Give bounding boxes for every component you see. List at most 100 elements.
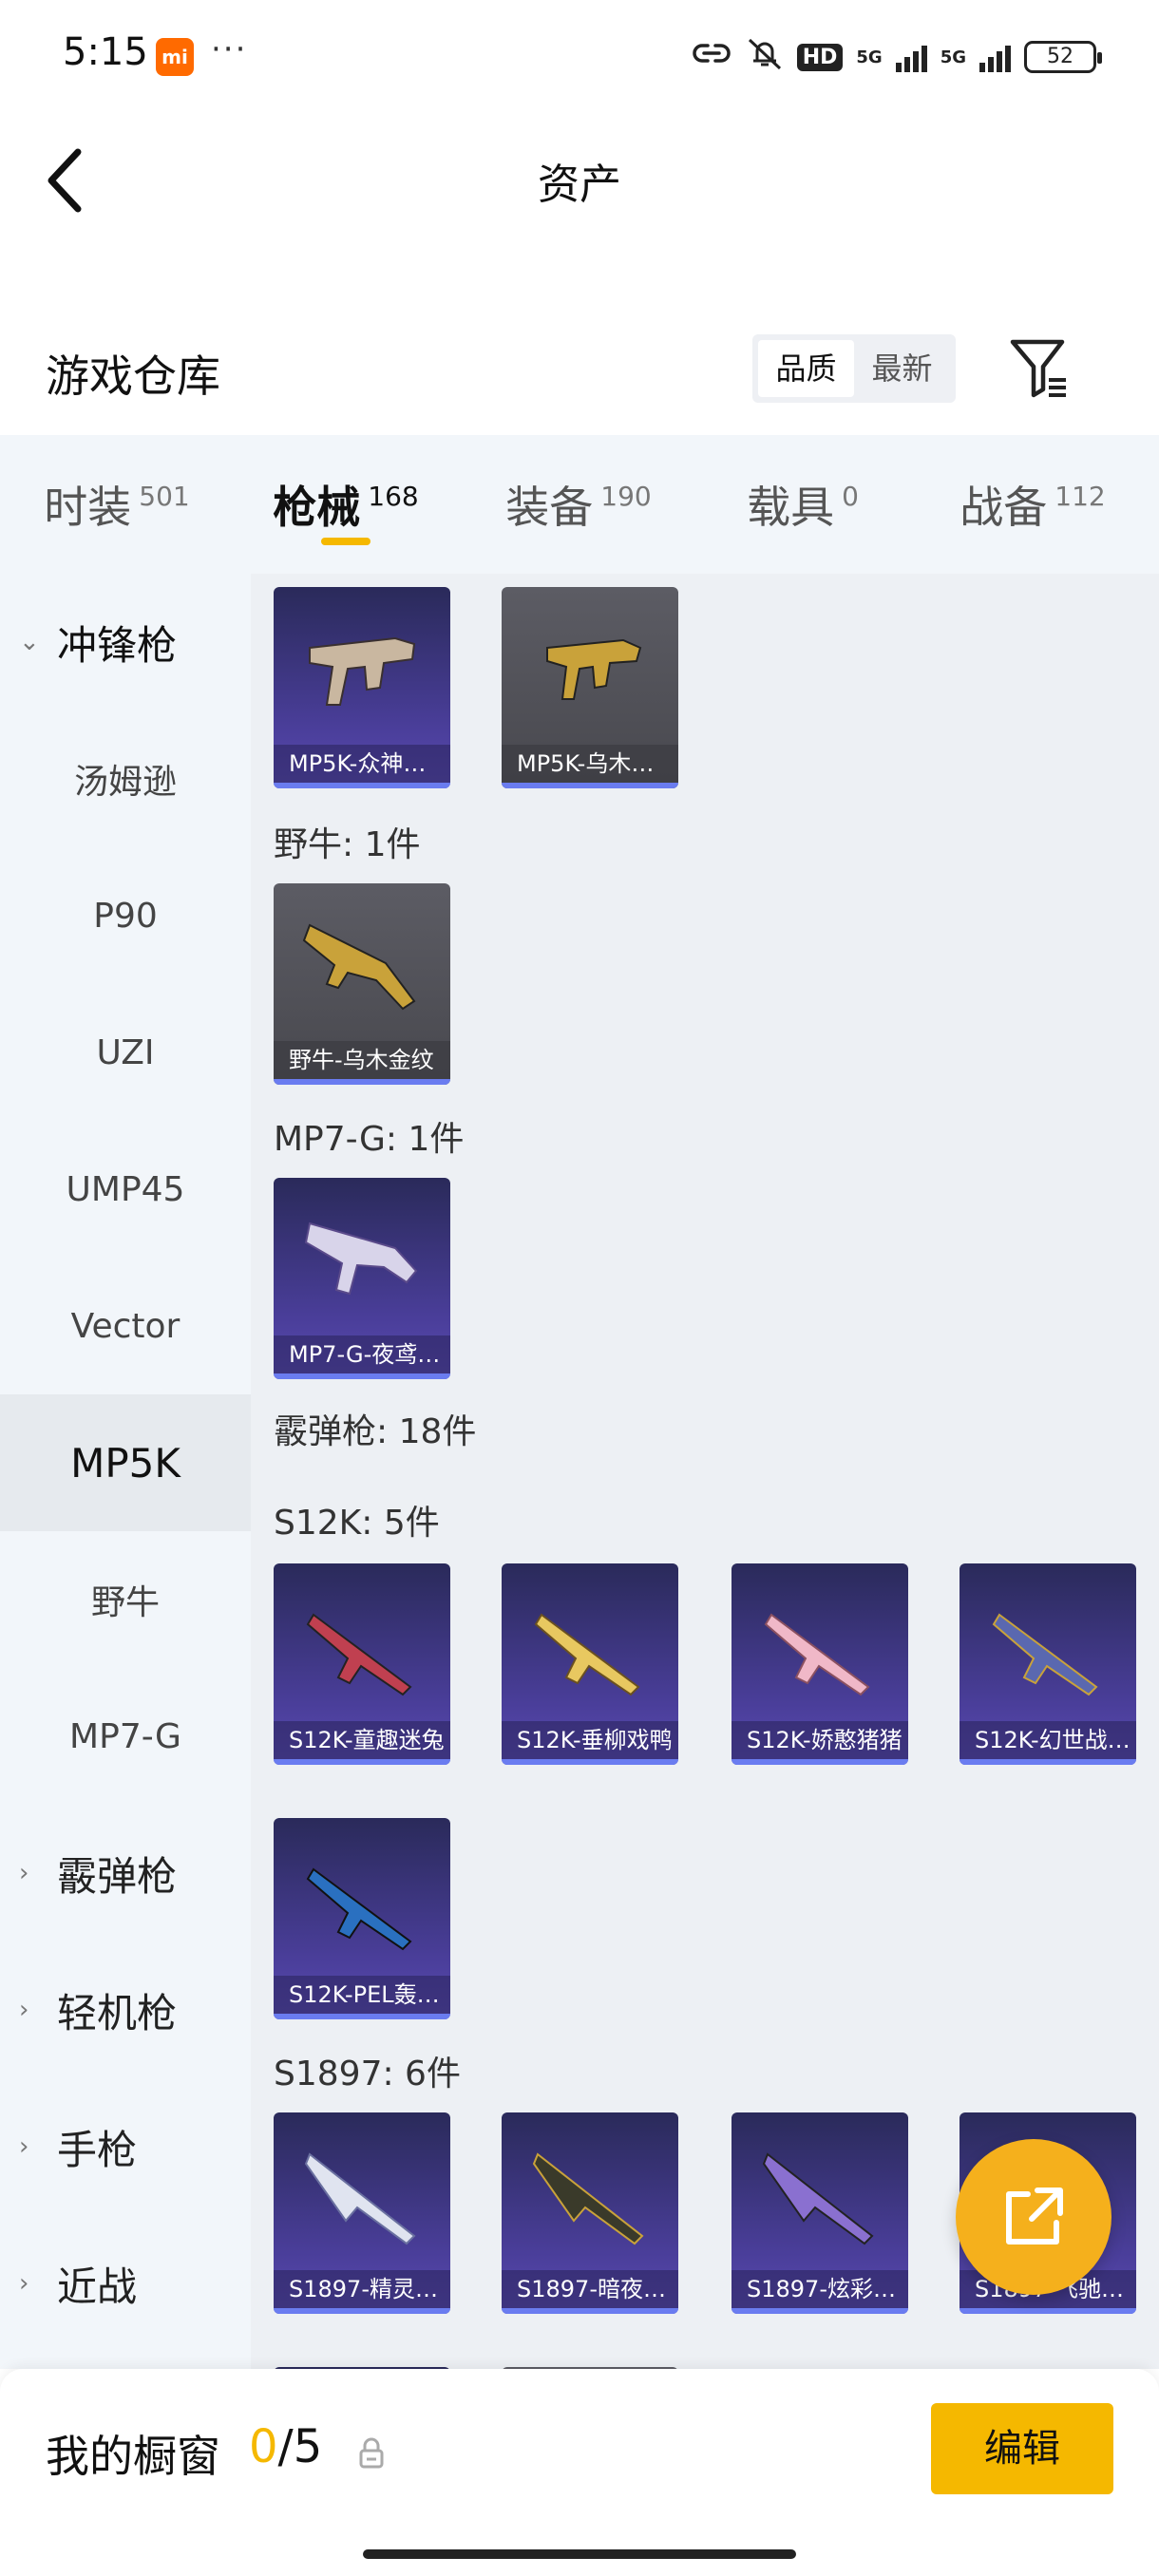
weapon-name: S1897-暗夜… [502,2270,678,2308]
weapon-card[interactable]: MP5K-乌木… [502,587,678,788]
group-label: 霰弹枪: 18件 [274,1412,477,1451]
chevron-right-icon: › [19,2269,29,2298]
group-label: S12K: 5件 [274,1504,440,1543]
sidebar-item-label: 霰弹枪 [57,1852,178,1900]
smg-image-icon [546,638,642,700]
sidebar-item-p90[interactable]: P90 [0,847,251,984]
tab-equipment[interactable]: 装备 190 [458,435,699,574]
share-fab[interactable] [956,2139,1112,2295]
weapon-name: S12K-娇憨猪猪 [732,1721,908,1759]
chevron-right-icon: › [19,1996,29,2024]
shotgun-image-icon [992,1613,1098,1696]
showcase-total: 5 [293,2420,323,2473]
battery-icon: 52 [1024,41,1102,73]
weapon-card[interactable]: MP5K-众神… [274,587,450,788]
sidebar-item-melee[interactable]: › 近战 [0,2215,251,2352]
smg-image-icon [302,923,416,1011]
tab-firearms[interactable]: 枪械 168 [234,435,458,574]
home-indicator[interactable] [363,2549,796,2559]
tab-count: 112 [1054,480,1106,512]
lock-icon [359,2437,384,2469]
weapon-name: MP5K-众神… [274,745,450,783]
sidebar-item-mp5k[interactable]: MP5K [0,1394,251,1531]
chevron-right-icon: › [19,1859,29,1887]
tab-vehicles[interactable]: 载具 0 [699,435,906,574]
category-tabs: 时装 501 枪械 168 装备 190 载具 0 战备 112 [0,435,1159,574]
warehouse-title: 游戏仓库 [46,350,220,402]
quality-bar [274,1759,450,1765]
quality-bar [274,1373,450,1379]
tab-count: 168 [368,480,419,512]
weapon-card[interactable]: 野牛-乌木金纹 [274,883,450,1085]
sidebar-item-bizon[interactable]: 野牛 [0,1531,251,1668]
sidebar-item-lmg[interactable]: › 轻机枪 [0,1941,251,2078]
weapon-name: MP7-G-夜鸢… [274,1335,450,1373]
tab-label: 枪械 [273,482,361,533]
weapon-card[interactable]: S1897-炫彩… [732,2112,908,2314]
weapon-card[interactable]: S1897-精灵… [274,2112,450,2314]
quality-bar [502,1759,678,1765]
quality-bar [732,1759,908,1765]
sidebar-item-uzi[interactable]: UZI [0,984,251,1121]
quality-bar [274,2014,450,2019]
filter-button[interactable] [1007,334,1074,403]
tab-count: 0 [842,480,859,512]
tab-label: 战备 [960,482,1048,533]
showcase-separator: / [277,2420,294,2473]
weapon-card[interactable]: S12K-垂柳戏鸭 [502,1563,678,1765]
shotgun-image-icon [306,1613,412,1696]
filter-icon [1010,339,1066,398]
edit-button[interactable]: 编辑 [931,2403,1113,2494]
weapon-card[interactable]: S1897-暗夜… [502,2112,678,2314]
status-time: 5:15 [63,30,148,74]
network-type-1: 5G [856,47,883,67]
group-label: MP7-G: 1件 [274,1120,465,1159]
mute-bell-icon [746,36,784,78]
network-type-2: 5G [940,47,966,67]
showcase-bar: 我的橱窗 0/5 编辑 [0,2369,1159,2576]
sidebar-item-mp7g[interactable]: MP7-G [0,1668,251,1805]
signal-2-icon [979,42,1011,72]
chevron-down-icon: ⌄ [19,628,40,656]
sidebar-item-label: 近战 [57,2263,138,2310]
weapon-card[interactable]: S12K-幻世战… [960,1563,1136,1765]
showcase-count: 0/5 [249,2420,322,2473]
shotgun-image-icon [306,1867,412,1951]
sort-option-newest[interactable]: 最新 [854,340,950,397]
quality-bar [274,2308,450,2314]
weapon-name: S1897-炫彩… [732,2270,908,2308]
sidebar-item-ump45[interactable]: UMP45 [0,1121,251,1258]
tab-fashion[interactable]: 时装 501 [0,435,234,574]
weapon-card[interactable]: S12K-娇憨猪猪 [732,1563,908,1765]
weapon-name: S12K-童趣迷兔 [274,1721,450,1759]
sidebar-item-label: 轻机枪 [57,1989,178,2036]
status-bar: 5:15 mi ··· HD 5G 5G 52 [0,0,1159,114]
shotgun-image-icon [532,2152,644,2245]
tab-battle-gear[interactable]: 战备 112 [906,435,1159,574]
sidebar-item-thompson[interactable]: 汤姆逊 [0,710,251,847]
weapon-name: S12K-幻世战… [960,1721,1136,1759]
sidebar-item-label: 手枪 [57,2126,138,2173]
sidebar-item-shotgun[interactable]: › 霰弹枪 [0,1805,251,1941]
weapon-name: S1897-精灵… [274,2270,450,2308]
sidebar-item-smg[interactable]: ⌄ 冲锋枪 [0,574,251,710]
shotgun-image-icon [764,1613,870,1696]
smg-image-icon [304,1222,418,1296]
more-notifications-icon: ··· [211,30,248,68]
quality-bar [502,2308,678,2314]
tab-count: 190 [600,480,652,512]
mi-app-icon: mi [156,38,194,76]
quality-bar [960,1759,1136,1765]
showcase-current: 0 [249,2420,278,2473]
weapon-card[interactable]: MP7-G-夜鸢… [274,1178,450,1379]
weapon-card[interactable]: S12K-PEL轰… [274,1818,450,2019]
sidebar-item-pistol[interactable]: › 手枪 [0,2078,251,2215]
quality-bar [502,783,678,788]
showcase-label: 我的橱窗 [46,2431,220,2482]
weapon-name: S12K-垂柳戏鸭 [502,1721,678,1759]
shotgun-image-icon [762,2152,874,2245]
sort-option-quality[interactable]: 品质 [758,340,854,397]
sidebar-item-vector[interactable]: Vector [0,1258,251,1394]
chevron-right-icon: › [19,2132,29,2161]
weapon-card[interactable]: S12K-童趣迷兔 [274,1563,450,1765]
